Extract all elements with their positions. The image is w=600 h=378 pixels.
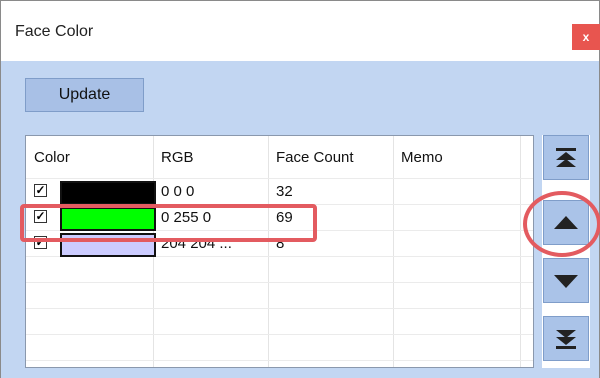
column-header-color[interactable]: Color — [26, 136, 153, 178]
move-down-button[interactable] — [543, 258, 589, 303]
row-divider — [26, 308, 533, 309]
move-top-button[interactable] — [543, 135, 589, 180]
double-up-arrow-icon — [556, 147, 576, 167]
face-count-cell: 32 — [276, 183, 293, 200]
column-header-memo[interactable]: Memo — [393, 136, 520, 178]
window-title: Face Color — [15, 23, 94, 40]
row-checkbox[interactable]: ✓ — [34, 184, 47, 197]
update-button[interactable]: Update — [25, 78, 144, 112]
face-color-list[interactable]: Color RGB Face Count Memo ✓ 0 0 0 32 ✓ 0… — [25, 135, 534, 368]
down-arrow-icon — [554, 274, 578, 288]
table-row[interactable]: ✓ 0 0 0 32 — [26, 179, 533, 205]
column-header-face-count[interactable]: Face Count — [268, 136, 393, 178]
row-highlight-annotation — [20, 204, 317, 242]
face-color-dialog: Face Color x Update Color RGB Face Count… — [0, 0, 600, 378]
button-circle-annotation — [523, 191, 600, 257]
color-swatch[interactable] — [60, 181, 156, 205]
rgb-cell: 0 0 0 — [161, 183, 195, 200]
row-divider — [26, 282, 533, 283]
title-bar: Face Color — [1, 1, 599, 61]
close-button[interactable]: x — [572, 24, 600, 50]
move-bottom-button[interactable] — [543, 316, 589, 361]
column-header-rgb[interactable]: RGB — [153, 136, 268, 178]
double-down-arrow-icon — [556, 329, 576, 349]
row-divider — [26, 334, 533, 335]
row-divider — [26, 360, 533, 361]
